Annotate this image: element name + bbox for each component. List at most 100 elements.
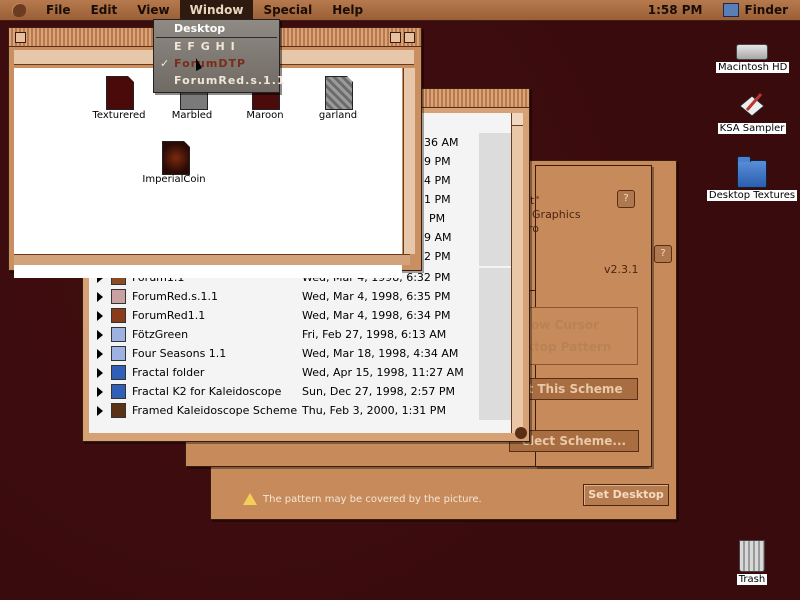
folder-contents: Texturered Marbled Maroon garland Imperi… [14, 68, 402, 278]
ksa-sampler-icon [739, 93, 765, 117]
menu-bar: File Edit View Window Special Help 1:58 … [0, 0, 800, 21]
disclosure-triangle-icon[interactable] [97, 310, 103, 321]
version-label: v2.3.1 [604, 263, 639, 276]
vertical-scrollbar[interactable] [403, 68, 415, 254]
menu-item-desktop[interactable]: Desktop [154, 20, 279, 37]
folder-icon [737, 156, 767, 188]
modified-time: 1 PM [424, 193, 451, 206]
file-icon [111, 384, 126, 399]
desktop-icon-label: KSA Sampler [717, 123, 787, 134]
file-date: Wed, Mar 4, 1998, 6:34 PM [302, 309, 451, 322]
modified-time: PM [429, 212, 446, 225]
file-name: FötzGreen [132, 328, 189, 341]
table-row[interactable]: ForumRed1.1 Wed, Mar 4, 1998, 6:34 PM [89, 306, 512, 325]
resize-grip-icon[interactable] [515, 427, 527, 439]
menu-window[interactable]: Window [179, 0, 254, 20]
file-date: Sun, Dec 27, 1998, 2:57 PM [302, 385, 456, 398]
dialog-title-fragment: t" [530, 194, 540, 207]
scroll-up-arrow-icon[interactable] [512, 113, 523, 126]
file-label: garland [318, 110, 358, 121]
file-name: ForumRed.s.1.1 [132, 290, 218, 303]
warning-text: The pattern may be covered by the pictur… [263, 493, 482, 505]
modified-time: 36 AM [424, 136, 459, 149]
table-row[interactable]: Fractal folder Wed, Apr 15, 1998, 11:27 … [89, 363, 512, 382]
texture-file-icon[interactable] [162, 141, 190, 175]
help-button[interactable]: ? [617, 190, 635, 208]
disclosure-triangle-icon[interactable] [97, 329, 103, 340]
desktop-icon-label: Macintosh HD [716, 62, 790, 73]
file-date: Wed, Apr 15, 1998, 11:27 AM [302, 366, 464, 379]
menu-edit[interactable]: Edit [81, 0, 128, 20]
file-label: Marbled [171, 110, 213, 121]
hard-disk-icon [736, 44, 768, 60]
menu-item-forumred[interactable]: ForumRed.s.1.1 [154, 72, 285, 89]
set-desktop-button[interactable]: Set Desktop [583, 484, 669, 506]
folder-icon [111, 346, 126, 361]
menu-special[interactable]: Special [253, 0, 322, 20]
horizontal-scrollbar[interactable] [14, 254, 410, 265]
table-row[interactable]: Fractal K2 for Kaleidoscope Sun, Dec 27,… [89, 382, 512, 401]
desktop-icon-trash[interactable]: Trash [730, 540, 774, 585]
table-row[interactable]: Four Seasons 1.1 Wed, Mar 18, 1998, 4:34… [89, 344, 512, 363]
modified-time: 9 PM [424, 155, 451, 168]
file-date: Wed, Mar 4, 1998, 6:35 PM [302, 290, 451, 303]
file-date: Thu, Feb 3, 2000, 1:31 PM [302, 404, 446, 417]
folder-icon [111, 327, 126, 342]
disclosure-triangle-icon[interactable] [97, 348, 103, 359]
zoom-box-icon[interactable] [390, 32, 401, 43]
finder-icon [722, 3, 739, 17]
table-row[interactable]: FötzGreen Fri, Feb 27, 1998, 6:13 AM [89, 325, 512, 344]
menu-file[interactable]: File [36, 0, 81, 20]
file-icon [111, 289, 126, 304]
file-icon [111, 403, 126, 418]
vertical-scrollbar[interactable] [511, 113, 523, 433]
desktop-icon-label: Desktop Textures [706, 190, 798, 201]
mouse-pointer-icon [196, 58, 202, 71]
apple-menu-icon[interactable] [12, 3, 26, 17]
table-row[interactable]: Framed Kaleidoscope Scheme Thu, Feb 3, 2… [89, 401, 512, 420]
file-label: Maroon [246, 110, 284, 121]
graphics-text: r Graphics [524, 208, 581, 221]
menu-item-efghi[interactable]: E F G H I [154, 38, 279, 55]
disclosure-triangle-icon[interactable] [97, 367, 103, 378]
file-name: Fractal folder [132, 366, 205, 379]
file-name: ForumRed1.1 [132, 309, 206, 322]
collapse-box-icon[interactable] [404, 32, 415, 43]
warning-icon [243, 493, 257, 505]
modified-time: 9 AM [424, 231, 452, 244]
file-name: Framed Kaleidoscope Scheme [132, 404, 298, 417]
menu-clock[interactable]: 1:58 PM [634, 3, 717, 17]
texture-file-icon[interactable] [325, 76, 353, 110]
application-menu-label: Finder [744, 3, 789, 17]
modified-time: 4 PM [424, 174, 451, 187]
desktop-pattern-option[interactable]: ktop Pattern [526, 340, 611, 354]
help-button-2[interactable]: ? [654, 245, 672, 263]
trash-icon [739, 540, 765, 572]
warning-message: The pattern may be covered by the pictur… [243, 493, 482, 505]
file-name: Fractal K2 for Kaleidoscope [132, 385, 282, 398]
file-date: Fri, Feb 27, 1998, 6:13 AM [302, 328, 447, 341]
options-box [512, 307, 638, 365]
desktop-icon-label: Trash [736, 574, 768, 585]
desktop-icon-ksa-sampler[interactable]: KSA Sampler [714, 90, 790, 134]
desktop-icon-macintosh-hd[interactable]: Macintosh HD [716, 38, 790, 73]
apply-scheme-button[interactable]: t This Scheme [512, 378, 638, 400]
folder-icon [111, 365, 126, 380]
texture-file-icon[interactable] [106, 76, 134, 110]
disclosure-triangle-icon[interactable] [97, 291, 103, 302]
desktop-icon-desktop-textures[interactable]: Desktop Textures [706, 156, 798, 201]
menu-help[interactable]: Help [322, 0, 373, 20]
disclosure-triangle-icon[interactable] [97, 386, 103, 397]
show-cursor-option[interactable]: ow Cursor [531, 318, 599, 332]
disclosure-triangle-icon[interactable] [97, 405, 103, 416]
menu-item-forumdtp[interactable]: ForumDTP [154, 55, 279, 72]
file-label: ImperialCoin [142, 174, 206, 185]
file-date: Wed, Mar 18, 1998, 4:34 AM [302, 347, 459, 360]
table-row[interactable]: ForumRed.s.1.1 Wed, Mar 4, 1998, 6:35 PM [89, 287, 512, 306]
close-box-icon[interactable] [15, 32, 26, 43]
file-label: Texturered [92, 110, 146, 121]
window-menu-dropdown: Desktop E F G H I ForumDTP ForumRed.s.1.… [153, 19, 285, 93]
file-icon [111, 308, 126, 323]
menu-view[interactable]: View [127, 0, 179, 20]
application-menu[interactable]: Finder [717, 3, 800, 17]
